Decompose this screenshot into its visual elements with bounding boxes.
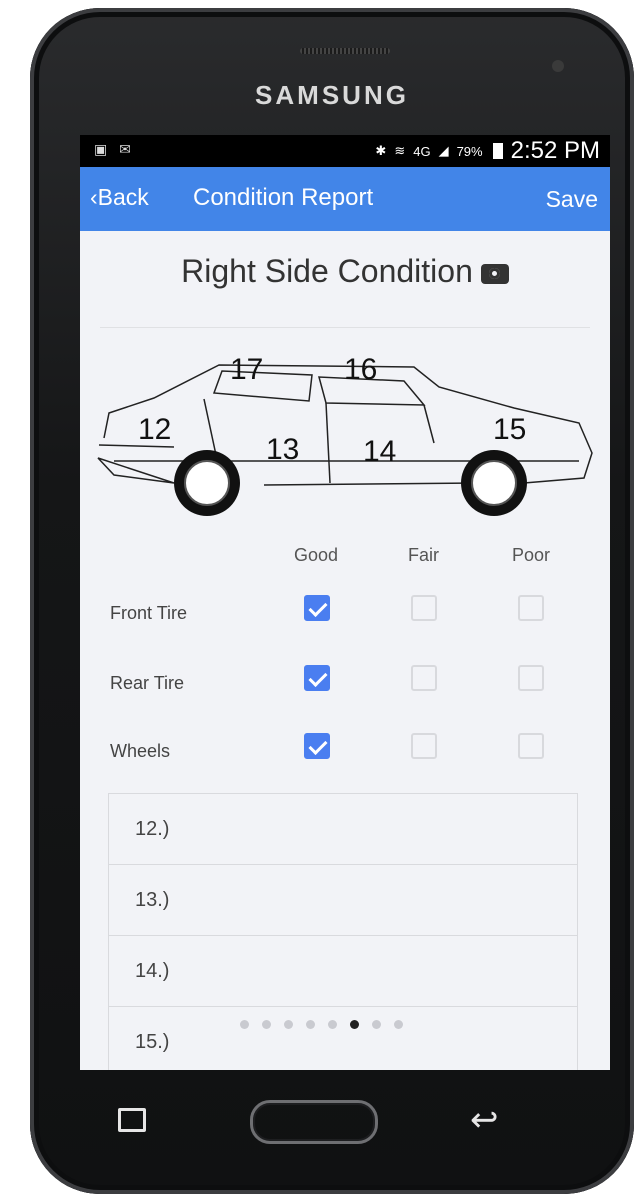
row-label-rear-tire: Rear Tire xyxy=(110,673,185,693)
column-poor: Poor xyxy=(512,545,551,565)
column-good: Good xyxy=(294,545,339,565)
wheels-good-checkbox[interactable] xyxy=(304,733,330,759)
zone-label[interactable]: 13 xyxy=(266,433,299,467)
notification-icons: ▣ ✉ xyxy=(94,141,135,157)
app-screen: ▣ ✉ ✱ ≋ 4G ◢ 79% 2:52 PM ‹Back Condition… xyxy=(80,135,610,1070)
front-tire-poor-checkbox[interactable] xyxy=(518,595,544,621)
home-button[interactable] xyxy=(250,1100,378,1144)
page-dot[interactable] xyxy=(284,1020,293,1029)
zone-label[interactable]: 15 xyxy=(493,413,526,447)
front-sensor xyxy=(552,60,564,72)
status-bar: ▣ ✉ ✱ ≋ 4G ◢ 79% 2:52 PM xyxy=(80,135,610,167)
wheels-poor-checkbox[interactable] xyxy=(518,733,544,759)
signal-icon: ◢ xyxy=(438,143,449,158)
note-field[interactable]: 12.) xyxy=(109,794,577,865)
rear-tire-fair-checkbox[interactable] xyxy=(411,665,437,691)
bluetooth-icon: ✱ xyxy=(375,143,387,158)
front-wheel[interactable] xyxy=(174,450,240,516)
page-dot[interactable] xyxy=(394,1020,403,1029)
rear-tire-good-checkbox[interactable] xyxy=(304,665,330,691)
wheels-fair-checkbox[interactable] xyxy=(411,733,437,759)
page-dot[interactable] xyxy=(306,1020,315,1029)
wifi-icon: ≋ xyxy=(394,143,406,158)
divider xyxy=(100,327,590,328)
page-dot[interactable] xyxy=(240,1020,249,1029)
zone-label[interactable]: 17 xyxy=(230,353,263,387)
clock: 2:52 PM xyxy=(510,137,600,164)
page-indicator xyxy=(240,1020,403,1029)
zone-label[interactable]: 14 xyxy=(363,435,396,469)
front-tire-good-checkbox[interactable] xyxy=(304,595,330,621)
brand-logo: SAMSUNG xyxy=(255,80,409,110)
front-tire-fair-checkbox[interactable] xyxy=(411,595,437,621)
page-dot[interactable] xyxy=(372,1020,381,1029)
earpiece-speaker xyxy=(300,48,390,54)
row-label-wheels: Wheels xyxy=(110,741,171,761)
save-button[interactable]: Save xyxy=(546,186,598,213)
note-label: 14.) xyxy=(135,960,170,982)
page-title: Condition Report xyxy=(193,184,374,211)
back-button[interactable]: ‹Back xyxy=(90,184,149,211)
zone-label[interactable]: 12 xyxy=(138,413,171,447)
status-icons: ✱ ≋ 4G ◢ 79% 2:52 PM xyxy=(375,137,600,165)
section-title-text: Right Side Condition xyxy=(181,253,473,289)
note-label: 13.) xyxy=(135,889,170,911)
column-fair: Fair xyxy=(408,545,439,565)
network-label: 4G xyxy=(413,143,431,159)
note-label: 15.) xyxy=(135,1031,170,1053)
page-dot[interactable] xyxy=(350,1020,359,1029)
row-label-front-tire: Front Tire xyxy=(110,603,188,623)
camera-icon[interactable] xyxy=(480,264,509,284)
note-field[interactable]: 14.) xyxy=(109,936,577,1007)
note-label: 12.) xyxy=(135,818,170,840)
recent-apps-icon[interactable] xyxy=(118,1108,146,1132)
battery-icon xyxy=(492,143,503,159)
page-dot[interactable] xyxy=(328,1020,337,1029)
note-field[interactable]: 15.) xyxy=(109,1007,577,1070)
rear-tire-poor-checkbox[interactable] xyxy=(518,665,544,691)
rear-wheel[interactable] xyxy=(461,450,527,516)
back-key-icon[interactable]: ↩ xyxy=(470,1100,499,1140)
battery-level: 79% xyxy=(456,143,483,159)
note-field[interactable]: 13.) xyxy=(109,865,577,936)
zone-label[interactable]: 16 xyxy=(344,353,377,387)
section-title: Right Side Condition xyxy=(80,253,610,290)
page-dot[interactable] xyxy=(262,1020,271,1029)
nav-bar: ‹Back Condition Report Save xyxy=(80,167,610,231)
